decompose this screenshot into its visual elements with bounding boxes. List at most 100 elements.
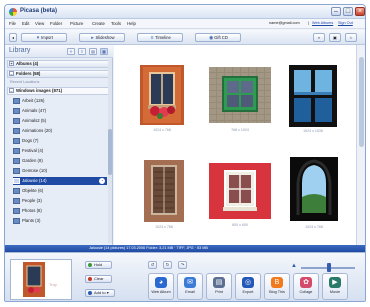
rotate-right-icon[interactable]: ↷ bbox=[178, 261, 187, 269]
list-view-icon[interactable]: ≡ bbox=[78, 48, 86, 55]
folder-label: Jalousie (14) bbox=[22, 178, 47, 183]
account-email: name@gmail.com bbox=[269, 21, 300, 25]
photo-thumbnail[interactable] bbox=[140, 65, 184, 125]
folder-thumbnail-icon bbox=[13, 188, 20, 194]
folder-item[interactable]: Arbeit (126) bbox=[13, 97, 107, 105]
folders-group[interactable]: – Folders (58) bbox=[7, 70, 109, 78]
status-bar: Jalousie (14 pictures) 17.03.2006 Folder… bbox=[5, 245, 365, 252]
export-button[interactable]: ◎ Export bbox=[235, 273, 261, 300]
folder-label: Gemüse (10) bbox=[22, 168, 48, 173]
folder-thumbnail-icon bbox=[13, 128, 20, 134]
folder-label: Objekte (6) bbox=[22, 188, 44, 193]
folder-item[interactable]: Photos (8) bbox=[13, 207, 107, 215]
windows-images-label: Windows images (871) bbox=[16, 88, 63, 93]
folder-label: Arbeit (126) bbox=[22, 98, 45, 103]
expand-icon[interactable]: + bbox=[9, 61, 14, 66]
folder-item[interactable]: Objekte (6) bbox=[13, 187, 107, 195]
folder-thumbnail-icon bbox=[13, 178, 20, 184]
library-header: Library ＋ ≡ ▤ ▦ bbox=[5, 45, 113, 58]
folder-view-icon[interactable]: ▦ bbox=[100, 48, 108, 55]
export-label: Export bbox=[242, 290, 254, 294]
folder-item[interactable]: Festival (4) bbox=[13, 147, 107, 155]
search-icon[interactable]: ⌕ bbox=[313, 33, 325, 42]
menu-edit[interactable]: Edit bbox=[22, 21, 29, 26]
menu-file[interactable]: File bbox=[9, 21, 16, 26]
menu-picture[interactable]: Picture bbox=[70, 21, 83, 26]
add-album-icon[interactable]: ＋ bbox=[67, 48, 75, 55]
menu-help[interactable]: Help bbox=[127, 21, 136, 26]
folder-item[interactable]: Animals (47) bbox=[13, 107, 107, 115]
close-button[interactable]: × bbox=[355, 7, 365, 16]
add-to-button[interactable]: Add to ▾ bbox=[85, 289, 115, 297]
clear-button[interactable]: Clear bbox=[85, 275, 112, 283]
folders-label: Folders (58) bbox=[16, 71, 41, 76]
share-icon[interactable]: ↺ bbox=[148, 261, 157, 269]
collapse-icon[interactable]: – bbox=[9, 88, 14, 93]
slideshow-button[interactable]: ▸ Slideshow bbox=[79, 33, 125, 42]
gift-cd-button[interactable]: ◉Gift CD bbox=[195, 33, 241, 42]
tray-selection[interactable]: Tray bbox=[10, 259, 72, 300]
folder-thumbnail-icon bbox=[13, 148, 20, 154]
folder-label: Animations (20) bbox=[22, 128, 53, 133]
folder-item[interactable]: Animations (20) bbox=[13, 127, 107, 135]
email-button[interactable]: ✉ Email bbox=[177, 273, 203, 300]
collapse-icon[interactable]: – bbox=[9, 71, 14, 76]
menu-folder[interactable]: Folder bbox=[50, 21, 62, 26]
picasa-logo-icon bbox=[9, 8, 17, 16]
photo-thumbnail[interactable] bbox=[144, 160, 184, 222]
title-bar[interactable]: Picasa (beta) – □ × bbox=[5, 5, 365, 19]
folder-thumbnail-icon bbox=[13, 158, 20, 164]
folder-label: Animals2 (5) bbox=[22, 118, 47, 123]
thumbnail-size-slider-handle[interactable] bbox=[327, 263, 331, 272]
tree-view-icon[interactable]: ▤ bbox=[89, 48, 97, 55]
web-albums-link[interactable]: Web Albums bbox=[312, 21, 333, 25]
photo-caption: 1024 x 768 bbox=[155, 225, 173, 229]
photo-thumbnail[interactable] bbox=[209, 163, 271, 219]
folder-label: Garden (8) bbox=[22, 158, 43, 163]
maximize-button[interactable]: □ bbox=[343, 7, 353, 16]
folder-item[interactable]: Dogs (7) bbox=[13, 137, 107, 145]
folder-thumbnail-icon bbox=[13, 138, 20, 144]
share-status-icon[interactable]: ◔ bbox=[99, 178, 105, 184]
print-button[interactable]: ▤ Print bbox=[206, 273, 232, 300]
folder-item[interactable]: Gemüse (10) bbox=[13, 167, 107, 175]
import-button[interactable]: ▾ Import bbox=[21, 33, 67, 42]
folder-label: Animals (47) bbox=[22, 108, 47, 113]
timeline-button[interactable]: ≡ Timeline bbox=[137, 33, 183, 42]
camera-icon[interactable]: ▣ bbox=[329, 33, 341, 42]
blog-this-button[interactable]: B Blog This bbox=[264, 273, 290, 300]
photo-thumbnail[interactable] bbox=[289, 65, 337, 127]
folder-item[interactable]: Jalousie (14) ◔ bbox=[13, 177, 107, 185]
photo-grid-scroll-thumb[interactable] bbox=[359, 57, 364, 147]
menu-tools[interactable]: Tools bbox=[111, 21, 121, 26]
blogger-icon: B bbox=[271, 277, 283, 288]
menu-view[interactable]: View bbox=[35, 21, 44, 26]
photo-thumbnail[interactable] bbox=[290, 157, 338, 221]
folder-item[interactable]: Garden (8) bbox=[13, 157, 107, 165]
albums-group[interactable]: + Albums (4) bbox=[7, 60, 109, 68]
sign-out-link[interactable]: Sign Out bbox=[338, 21, 353, 25]
photo-thumbnail[interactable] bbox=[209, 67, 271, 123]
web-album-button[interactable]: ◕ Web Album bbox=[148, 273, 174, 300]
window-title: Picasa (beta) bbox=[20, 8, 58, 14]
clear-icon bbox=[88, 277, 92, 281]
star-icon[interactable]: ☆ bbox=[345, 33, 357, 42]
folder-item[interactable]: Animals2 (5) bbox=[13, 117, 107, 125]
folder-thumbnail-icon bbox=[13, 208, 20, 214]
sidebar-scroll-thumb[interactable] bbox=[108, 129, 112, 175]
windows-images-folder[interactable]: – Windows images (871) bbox=[7, 87, 109, 95]
sidebar-scrollbar[interactable] bbox=[108, 59, 112, 243]
hold-button[interactable]: Hold bbox=[85, 261, 112, 269]
minimize-button[interactable]: – bbox=[331, 7, 341, 16]
folder-item[interactable]: People (3) bbox=[13, 197, 107, 205]
blog-this-label: Blog This bbox=[269, 290, 285, 294]
photo-caption: 1024 x 1536 bbox=[303, 129, 323, 133]
folder-item[interactable]: Plants (3) bbox=[13, 217, 107, 225]
menu-create[interactable]: Create bbox=[92, 21, 105, 26]
collage-button[interactable]: ✿ Collage bbox=[293, 273, 319, 300]
photo-grid-scrollbar[interactable] bbox=[356, 45, 365, 245]
photo-caption: 768 x 1024 bbox=[231, 128, 249, 132]
rotate-icon[interactable]: ↻ bbox=[163, 261, 172, 269]
back-button[interactable]: ◂ bbox=[9, 33, 17, 42]
movie-button[interactable]: ▶ Movie bbox=[322, 273, 348, 300]
